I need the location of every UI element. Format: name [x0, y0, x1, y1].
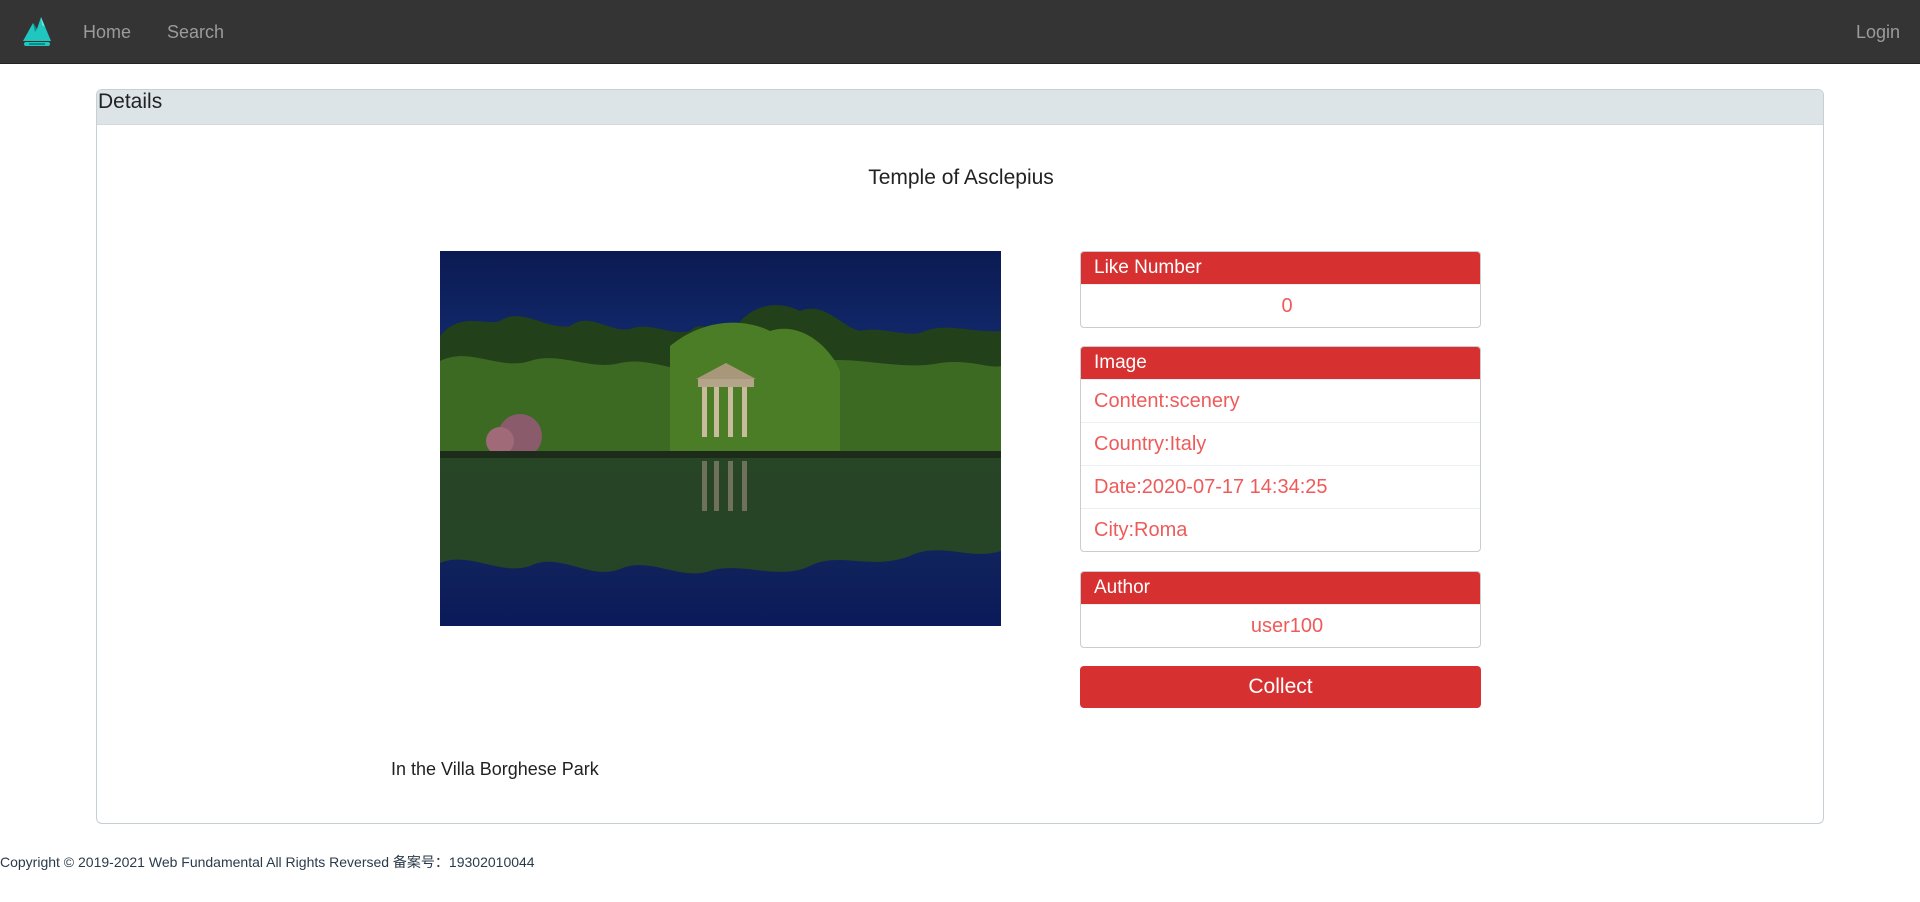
scenery-photo — [440, 251, 1001, 626]
like-number-panel: Like Number 0 — [1080, 251, 1481, 328]
image-info-header: Image — [1081, 347, 1480, 379]
details-card: Details Temple of Asclepius Like Number … — [96, 89, 1824, 824]
nav-login-link[interactable]: Login — [1856, 0, 1900, 64]
footer-copyright: Copyright © 2019-2021 Web Fundamental Al… — [0, 854, 535, 870]
top-navbar: Home Search Login — [0, 0, 1920, 64]
image-description: In the Villa Borghese Park — [391, 759, 599, 779]
image-title: Temple of Asclepius — [868, 166, 1054, 189]
image-date-row: Date:2020-07-17 14:34:25 — [1081, 465, 1480, 508]
mountain-logo-icon[interactable] — [20, 13, 54, 49]
image-info-panel: Image Content:scenery Country:Italy Date… — [1080, 346, 1481, 552]
card-header: Details — [97, 90, 1823, 125]
image-city-row: City:Roma — [1081, 508, 1480, 551]
like-number-header: Like Number — [1081, 252, 1480, 284]
nav-search-link[interactable]: Search — [167, 0, 224, 64]
author-panel: Author user100 — [1080, 571, 1481, 648]
image-country-row: Country:Italy — [1081, 422, 1480, 465]
image-content-row: Content:scenery — [1081, 379, 1480, 422]
collect-button[interactable]: Collect — [1080, 666, 1481, 708]
like-number-value: 0 — [1081, 284, 1480, 327]
nav-home-link[interactable]: Home — [83, 0, 131, 64]
author-header: Author — [1081, 572, 1480, 604]
author-value[interactable]: user100 — [1081, 604, 1480, 647]
